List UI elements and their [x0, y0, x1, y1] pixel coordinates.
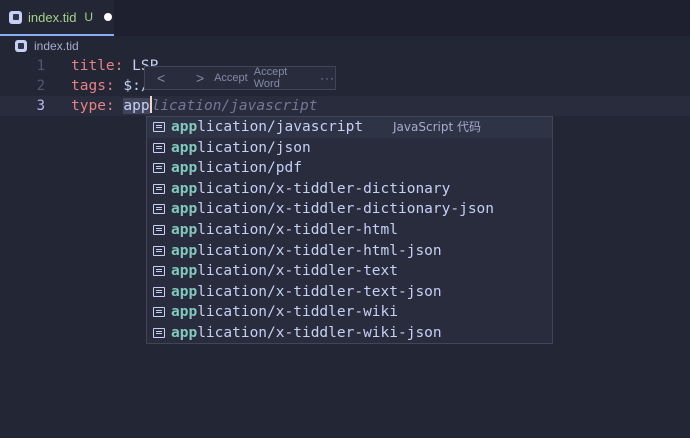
suggestion-list[interactable]: application/javascript JavaScript 代码 app…	[146, 116, 553, 344]
suggestion-item[interactable]: application/x-tiddler-wiki-json	[147, 323, 552, 344]
suggestion-label: lication/x-tiddler-dictionary	[197, 180, 451, 197]
line-number: 2	[36, 78, 45, 94]
suggestion-item[interactable]: application/x-tiddler-text-json	[147, 282, 552, 303]
match-highlight: app	[171, 324, 198, 341]
suggestion-label: lication/x-tiddler-dictionary-json	[197, 201, 495, 218]
suggestion-item[interactable]: application/json	[147, 138, 552, 159]
accept-button[interactable]: Accept	[214, 72, 248, 84]
field-key: type:	[71, 98, 115, 114]
match-highlight: app	[171, 139, 198, 156]
line-number: 1	[36, 58, 45, 74]
unsaved-dot-icon[interactable]	[104, 13, 113, 21]
suggestion-item[interactable]: application/x-tiddler-html	[147, 220, 552, 241]
match-highlight: app	[171, 221, 198, 238]
editor-line[interactable]: 2 tags: $:/	[0, 76, 690, 96]
text-value-icon	[153, 122, 165, 132]
match-highlight: app	[171, 242, 198, 259]
field-key: title:	[71, 58, 124, 74]
untracked-status: U	[84, 10, 94, 24]
suggestion-label: lication/x-tiddler-html	[197, 221, 398, 238]
editor-line[interactable]: 1 title: LSP	[0, 56, 690, 76]
suggestion-label: lication/json	[197, 139, 311, 156]
field-key: tags:	[71, 78, 115, 94]
text-value-icon	[153, 224, 165, 235]
text-value-icon	[153, 142, 165, 153]
match-highlight: app	[171, 263, 198, 280]
tab-bar: index.tid U	[0, 0, 690, 36]
suggestion-item[interactable]: application/x-tiddler-wiki	[147, 302, 552, 323]
match-highlight: app	[171, 160, 198, 177]
text-value-icon	[153, 204, 165, 215]
suggestion-item[interactable]: application/x-tiddler-dictionary	[147, 179, 552, 200]
match-highlight: app	[171, 119, 198, 135]
typed-text: app	[123, 98, 150, 114]
suggestion-item[interactable]: application/x-tiddler-text	[147, 261, 552, 282]
text-value-icon	[153, 266, 165, 277]
text-value-icon	[153, 163, 165, 174]
breadcrumb: index.tid	[0, 36, 690, 56]
accept-word-button[interactable]: Accept Word	[254, 66, 312, 90]
tab-label: index.tid	[28, 9, 77, 25]
breadcrumb-file[interactable]: index.tid	[34, 39, 79, 53]
suggestion-item[interactable]: application/x-tiddler-html-json	[147, 241, 552, 262]
match-highlight: app	[171, 283, 198, 300]
suggestion-detail: JavaScript 代码	[393, 120, 481, 134]
suggestion-label: lication/javascript	[197, 119, 364, 135]
next-suggestion-button[interactable]: >	[188, 70, 212, 86]
suggestion-label: lication/x-tiddler-text-json	[197, 283, 442, 300]
suggestion-label: lication/x-tiddler-wiki	[197, 304, 398, 321]
tab-index-tid[interactable]: index.tid U	[0, 0, 114, 36]
inline-suggestion-toolbar: < > Accept Accept Word ···	[144, 66, 336, 90]
previous-suggestion-button[interactable]: <	[149, 70, 173, 86]
match-highlight: app	[171, 180, 198, 197]
text-value-icon	[153, 183, 165, 194]
tiddlywiki-file-icon	[9, 10, 22, 24]
text-value-icon	[153, 245, 165, 256]
suggestion-label: lication/x-tiddler-text	[197, 263, 398, 280]
suggestion-label: lication/pdf	[197, 160, 302, 177]
match-highlight: app	[171, 304, 198, 321]
suggestion-label: lication/x-tiddler-html-json	[197, 242, 442, 259]
suggestion-label: lication/x-tiddler-wiki-json	[197, 324, 442, 341]
text-value-icon	[153, 327, 165, 338]
inline-suggestion-ghost-text: lication/javascript	[151, 98, 318, 114]
suggestion-item[interactable]: application/pdf	[147, 158, 552, 179]
editor-line-current[interactable]: 3 type: app lication/javascript	[0, 96, 690, 116]
suggestion-item[interactable]: application/x-tiddler-dictionary-json	[147, 199, 552, 220]
match-highlight: app	[171, 201, 198, 218]
text-value-icon	[153, 286, 165, 297]
tiddlywiki-file-icon	[15, 40, 27, 52]
text-value-icon	[153, 307, 165, 318]
suggestion-item[interactable]: application/javascript JavaScript 代码	[147, 117, 552, 138]
more-actions-icon[interactable]: ···	[320, 71, 335, 85]
line-number: 3	[36, 98, 45, 114]
